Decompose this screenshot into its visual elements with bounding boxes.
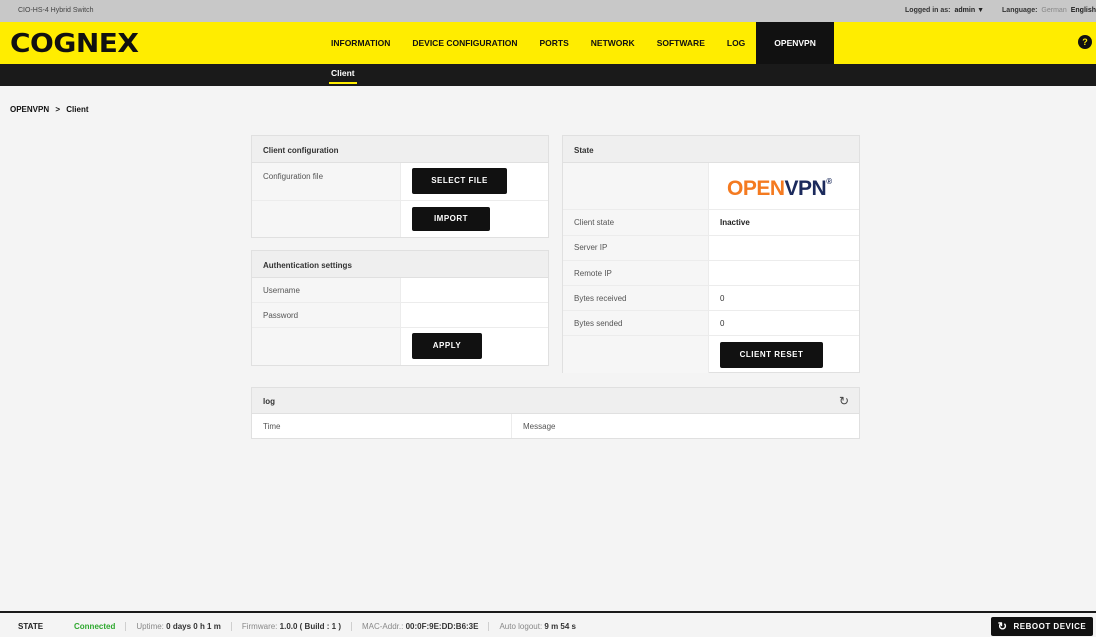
connection-status: Connected bbox=[74, 622, 116, 631]
breadcrumb: OPENVPN > Client bbox=[10, 105, 89, 114]
language-label: Language: bbox=[1002, 7, 1038, 14]
server-ip-label: Server IP bbox=[563, 236, 709, 260]
uptime-label: Uptime: bbox=[136, 622, 164, 631]
state-panel: State OPENVPN® Client state Inactive Ser… bbox=[562, 135, 860, 373]
server-ip-value bbox=[709, 236, 859, 260]
reset-row: CLIENT RESET bbox=[563, 336, 859, 373]
config-file-label: Configuration file bbox=[252, 163, 401, 200]
state-row: Bytes sended 0 bbox=[563, 311, 859, 336]
bytes-sended-value: 0 bbox=[720, 319, 725, 328]
openvpn-logo-reg: ® bbox=[826, 177, 832, 186]
client-configuration-panel: Client configuration Configuration file … bbox=[251, 135, 549, 238]
logout-status: Auto logout: 9 m 54 s bbox=[488, 622, 586, 631]
state-row: Server IP bbox=[563, 236, 859, 261]
reboot-device-label: REBOOT DEVICE bbox=[1013, 622, 1087, 631]
sub-nav: Client bbox=[0, 64, 1096, 86]
log-column-message: Message bbox=[523, 422, 556, 431]
log-column-time: Time bbox=[252, 414, 512, 438]
mac-status: MAC-Addr.: 00:0F:9E:DD:B6:3E bbox=[350, 622, 488, 631]
password-label: Password bbox=[252, 303, 401, 327]
firmware-label: Firmware: bbox=[241, 622, 278, 631]
state-row: Bytes received 0 bbox=[563, 286, 859, 311]
cognex-logo: COGNEX bbox=[10, 28, 139, 59]
breadcrumb-openvpn[interactable]: OPENVPN bbox=[10, 105, 49, 114]
nav-network[interactable]: NETWORK bbox=[580, 22, 646, 64]
client-reset-button[interactable]: CLIENT RESET bbox=[720, 342, 823, 368]
openvpn-logo-vpn: VPN bbox=[784, 177, 827, 200]
remote-ip-value bbox=[709, 261, 859, 285]
select-file-button[interactable]: SELECT FILE bbox=[412, 168, 507, 194]
main-nav: INFORMATION DEVICE CONFIGURATION PORTS N… bbox=[320, 22, 834, 64]
status-label: STATE bbox=[18, 622, 44, 631]
bytes-received-value: 0 bbox=[720, 294, 725, 303]
main-header: COGNEX INFORMATION DEVICE CONFIGURATION … bbox=[0, 22, 1096, 64]
breadcrumb-client: Client bbox=[66, 105, 89, 114]
breadcrumb-separator: > bbox=[55, 105, 61, 114]
nav-ports[interactable]: PORTS bbox=[529, 22, 580, 64]
apply-button[interactable]: APPLY bbox=[412, 333, 482, 359]
authentication-settings-panel: Authentication settings Username Passwor… bbox=[251, 250, 549, 366]
state-row: Remote IP bbox=[563, 261, 859, 286]
log-table-header: Time Message bbox=[252, 414, 859, 438]
username-row: Username bbox=[252, 278, 548, 303]
client-state-label: Client state bbox=[563, 210, 709, 235]
client-configuration-title: Client configuration bbox=[252, 136, 548, 163]
import-button[interactable]: IMPORT bbox=[412, 207, 490, 231]
user-menu[interactable]: admin ▼ bbox=[955, 7, 985, 14]
nav-information[interactable]: INFORMATION bbox=[320, 22, 401, 64]
username-field[interactable] bbox=[401, 278, 548, 302]
firmware-status: Firmware: 1.0.0 ( Build : 1 ) bbox=[230, 622, 351, 631]
password-field[interactable] bbox=[401, 303, 548, 327]
top-info-bar: CIO-HS-4 Hybrid Switch Logged in as: adm… bbox=[0, 0, 1096, 22]
user-name[interactable]: admin bbox=[955, 7, 976, 14]
username-label: Username bbox=[252, 278, 401, 302]
bytes-sended-label: Bytes sended bbox=[563, 311, 709, 335]
refresh-icon[interactable]: ↻ bbox=[839, 394, 849, 408]
openvpn-logo-o: O bbox=[727, 177, 743, 200]
logout-value: 9 m 54 s bbox=[544, 622, 576, 631]
firmware-value: 1.0.0 ( Build : 1 ) bbox=[279, 622, 341, 631]
help-icon[interactable]: ? bbox=[1078, 35, 1092, 49]
status-bar: STATE Connected Uptime: 0 days 0 h 1 m F… bbox=[0, 611, 1096, 637]
apply-row: APPLY bbox=[252, 328, 548, 365]
authentication-settings-title: Authentication settings bbox=[252, 251, 548, 278]
mac-label: MAC-Addr.: bbox=[361, 622, 404, 631]
bytes-received-label: Bytes received bbox=[563, 286, 709, 310]
reboot-device-button[interactable]: ↻ REBOOT DEVICE bbox=[991, 617, 1093, 636]
state-row: Client state Inactive bbox=[563, 210, 859, 236]
password-row: Password bbox=[252, 303, 548, 328]
config-file-row: Configuration file SELECT FILE bbox=[252, 163, 548, 201]
openvpn-logo-row: OPENVPN® bbox=[563, 163, 859, 210]
language-german[interactable]: German bbox=[1041, 7, 1066, 14]
remote-ip-label: Remote IP bbox=[563, 261, 709, 285]
chevron-down-icon[interactable]: ▼ bbox=[977, 7, 984, 14]
device-name: CIO-HS-4 Hybrid Switch bbox=[18, 7, 94, 14]
log-panel: log ↻ Time Message bbox=[251, 387, 860, 439]
log-title: log bbox=[263, 397, 275, 406]
uptime-value: 0 days 0 h 1 m bbox=[166, 622, 221, 631]
nav-device-configuration[interactable]: DEVICE CONFIGURATION bbox=[401, 22, 528, 64]
state-title: State bbox=[563, 136, 859, 163]
uptime-status: Uptime: 0 days 0 h 1 m bbox=[125, 622, 231, 631]
logged-in-label: Logged in as: bbox=[905, 7, 951, 14]
import-row: IMPORT bbox=[252, 201, 548, 237]
refresh-icon: ↻ bbox=[997, 621, 1008, 633]
logout-label: Auto logout: bbox=[499, 622, 543, 631]
tab-client[interactable]: Client bbox=[329, 64, 357, 86]
client-state-value: Inactive bbox=[720, 218, 750, 227]
openvpn-logo-open: PEN bbox=[742, 177, 785, 200]
log-header: log ↻ bbox=[252, 388, 859, 414]
nav-log[interactable]: LOG bbox=[716, 22, 756, 64]
nav-software[interactable]: SOFTWARE bbox=[646, 22, 716, 64]
language-english[interactable]: English bbox=[1071, 7, 1096, 14]
openvpn-logo: OPENVPN® bbox=[727, 177, 832, 200]
nav-openvpn[interactable]: OPENVPN bbox=[756, 22, 834, 64]
mac-value: 00:0F:9E:DD:B6:3E bbox=[405, 622, 479, 631]
